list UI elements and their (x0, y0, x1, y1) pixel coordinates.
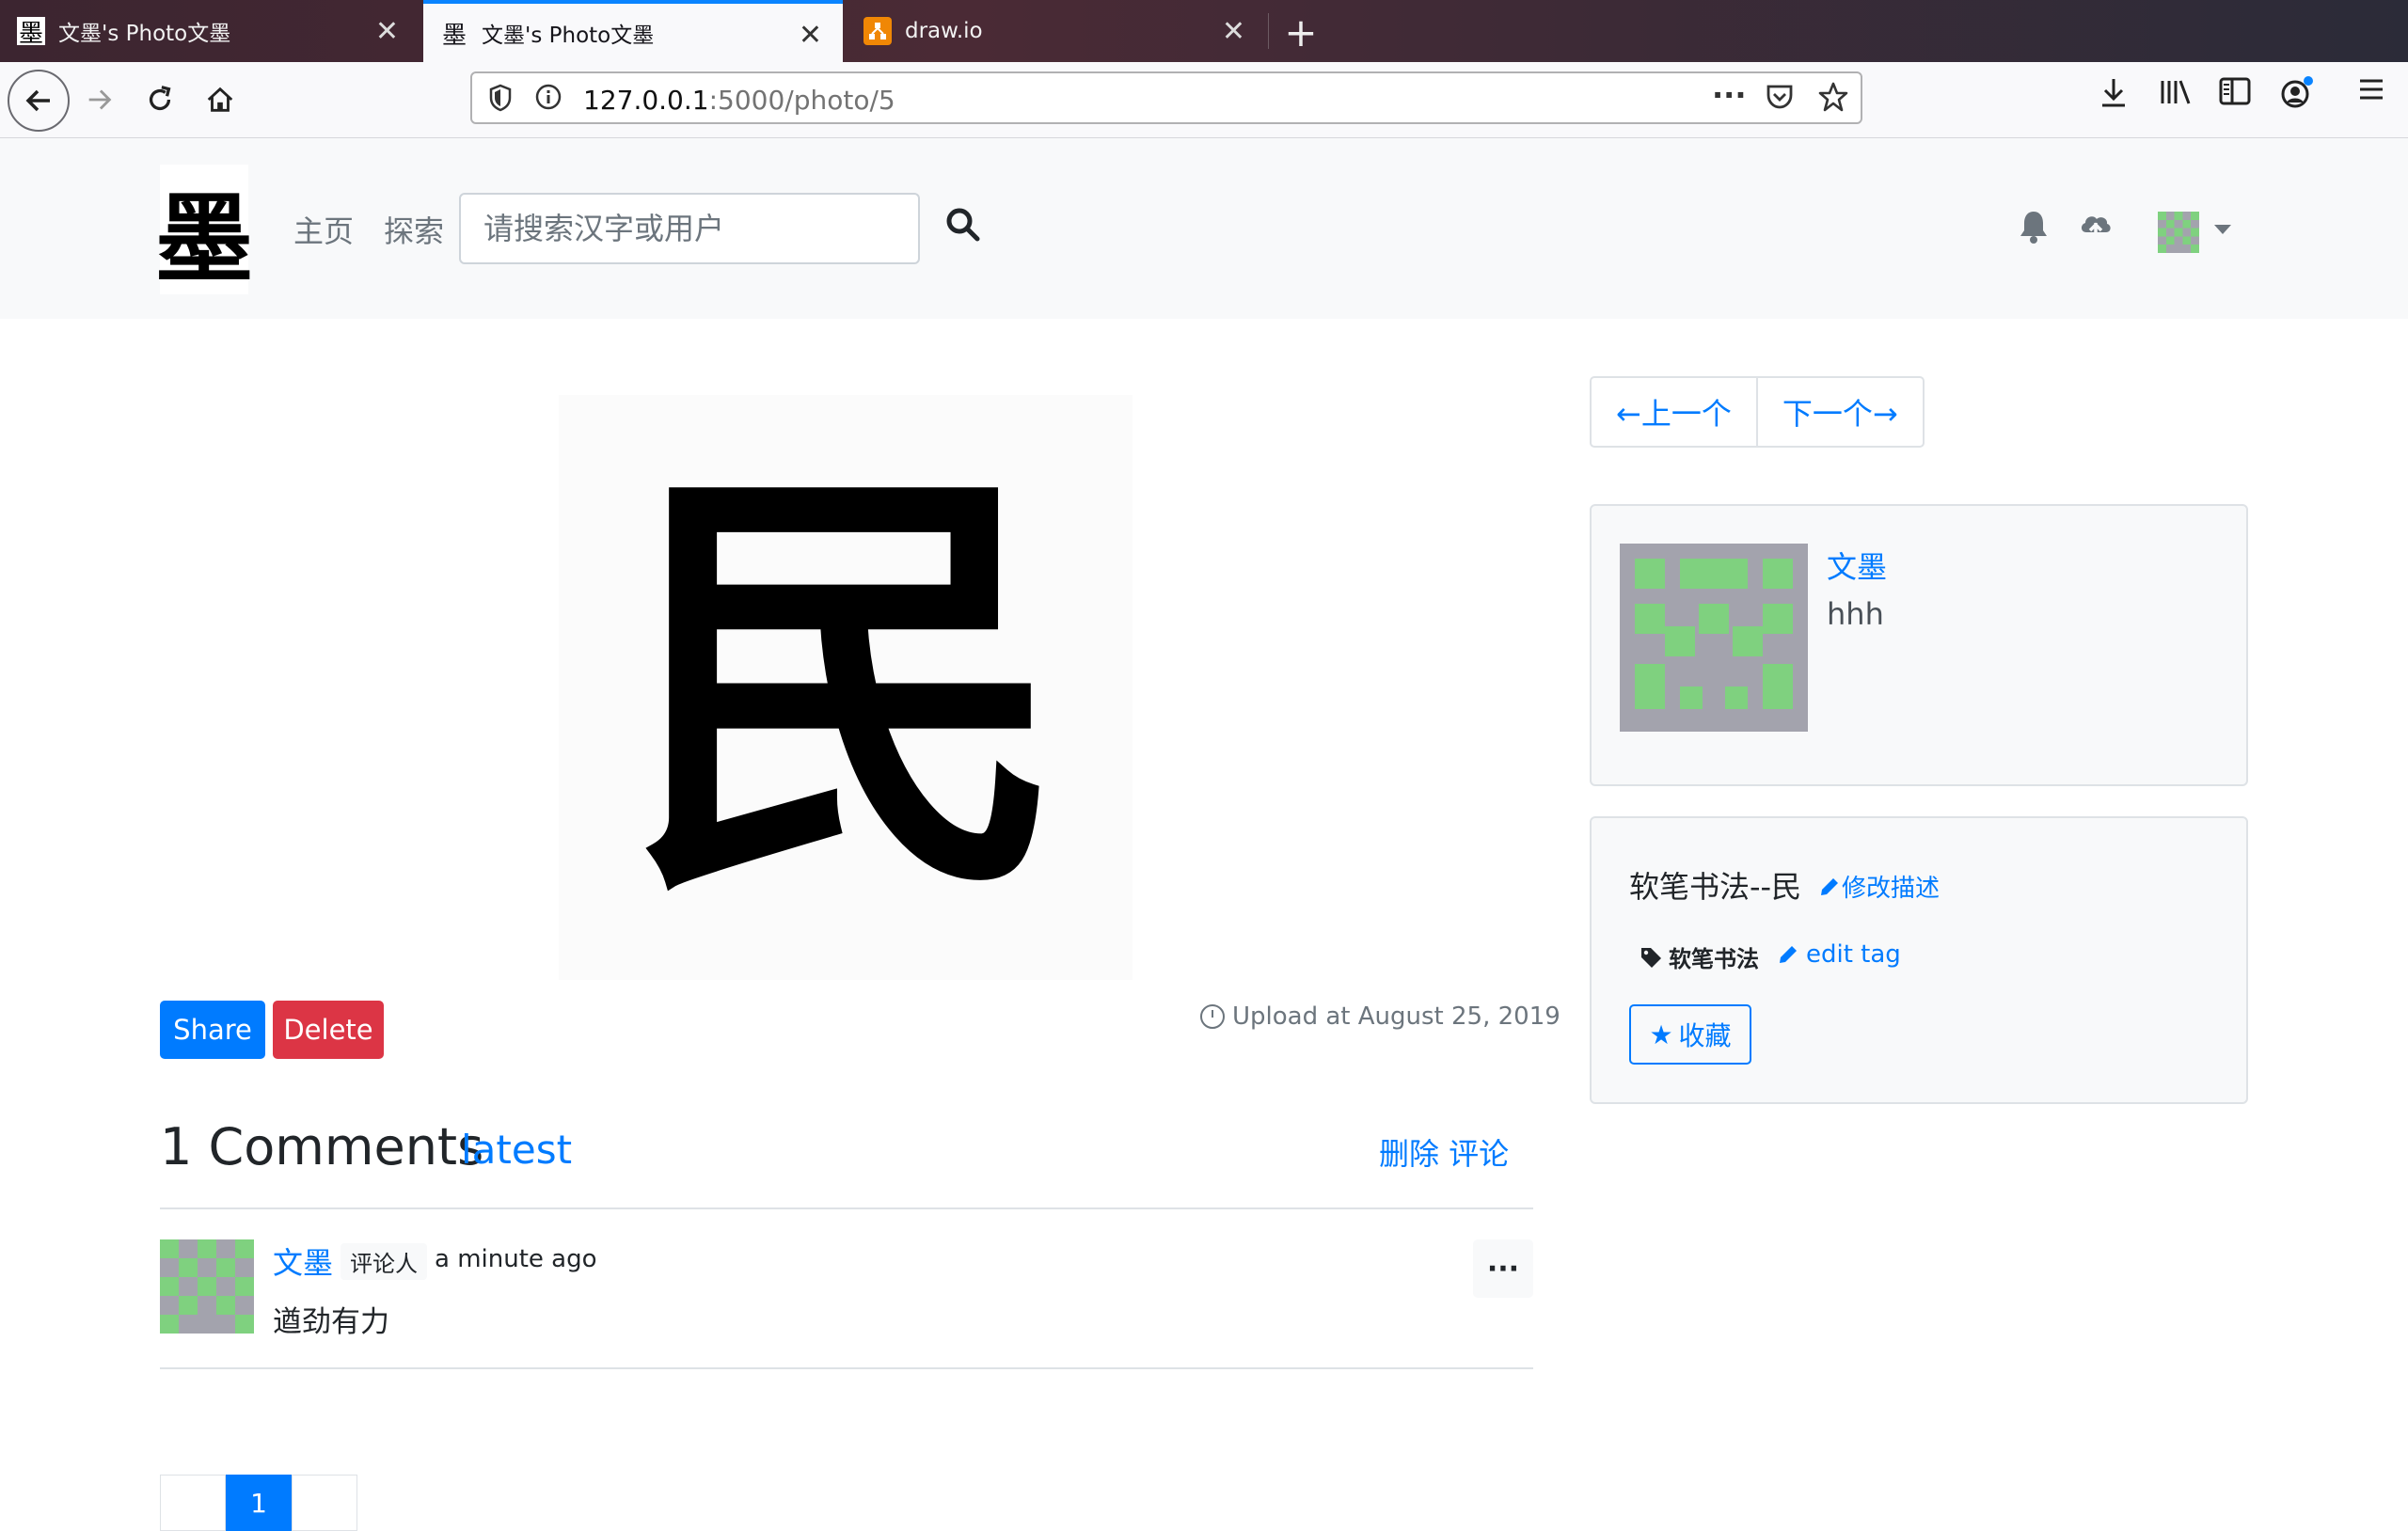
comment-avatar[interactable] (160, 1239, 254, 1334)
nav-explore-link[interactable]: 探索 (384, 208, 444, 251)
photo-description: 软笔书法--民 (1629, 869, 1802, 905)
tag-icon (1641, 947, 1661, 968)
browser-tab[interactable]: 墨 文墨's Photo文墨 ✕ (0, 0, 420, 62)
nav-home-link[interactable]: 主页 (293, 208, 354, 251)
author-name-link[interactable]: 文墨 (1827, 544, 1887, 587)
site-logo[interactable]: 墨 (155, 165, 253, 296)
photo-image: 民 (559, 395, 1133, 980)
collect-button[interactable]: ★ 收藏 (1629, 1004, 1751, 1065)
clock-icon (1200, 1004, 1225, 1029)
edit-tag-label: edit tag (1806, 940, 1901, 969)
commenter-badge: 评论人 (341, 1243, 427, 1280)
downloads-icon[interactable] (2098, 75, 2130, 117)
search-icon[interactable] (944, 206, 991, 253)
photo-info-card: 软笔书法--民 修改描述 软笔书法 edit tag ★ 收藏 (1590, 816, 2248, 1104)
comment-more-options-icon[interactable]: ··· (1473, 1239, 1533, 1298)
comment-body: 遒劲有力 (273, 1305, 389, 1339)
close-tab-icon[interactable]: ✕ (1222, 15, 1245, 48)
photo-character: 民 (625, 428, 1067, 947)
search-input[interactable] (459, 193, 920, 264)
tab-title: 文墨's Photo文墨 (482, 24, 655, 48)
tab-divider (1268, 13, 1269, 49)
edit-tag-link[interactable]: edit tag (1776, 940, 1901, 969)
info-icon[interactable] (534, 83, 562, 118)
url-host: 127.0.0.1 (583, 85, 709, 116)
photo-navigation: ←上一个 下一个→ (1590, 376, 1925, 448)
tab-title: 文墨's Photo文墨 (58, 22, 231, 46)
account-icon[interactable] (2278, 75, 2314, 118)
pencil-icon (1821, 877, 1838, 895)
chevron-down-icon[interactable] (2214, 225, 2231, 234)
new-tab-icon[interactable]: + (1279, 9, 1323, 55)
pagination-next[interactable] (292, 1475, 357, 1531)
shield-icon[interactable] (487, 83, 514, 119)
browser-toolbar: 127.0.0.1:5000/photo/5 ··· (0, 62, 2408, 138)
more-actions-icon[interactable]: ··· (1712, 77, 1746, 113)
site-favicon-icon: 墨 (17, 17, 45, 48)
notification-bell-icon[interactable] (2017, 208, 2051, 249)
comments-heading: 1 Comments (160, 1117, 484, 1176)
library-icon[interactable] (2158, 75, 2194, 117)
delete-button[interactable]: Delete (273, 1001, 384, 1059)
divider (160, 1207, 1533, 1209)
share-button[interactable]: Share (160, 1001, 265, 1059)
bookmark-star-icon[interactable] (1817, 81, 1849, 119)
edit-description-label: 修改描述 (1842, 875, 1941, 903)
author-avatar[interactable] (1620, 544, 1808, 732)
latest-sort-link[interactable]: latest (461, 1127, 572, 1173)
collect-label: 收藏 (1678, 1020, 1732, 1051)
edit-description-link[interactable]: 修改描述 (1817, 869, 1940, 904)
url-text[interactable]: 127.0.0.1:5000/photo/5 (583, 85, 895, 116)
site-navbar: 墨 主页 探索 (0, 138, 2408, 319)
delete-comments-link[interactable]: 删除 评论 (1379, 1130, 1509, 1174)
pencil-icon (1780, 946, 1797, 963)
menu-hamburger-icon[interactable] (2357, 75, 2385, 111)
next-photo-button[interactable]: 下一个→ (1755, 378, 1923, 446)
url-path: :5000/photo/5 (708, 85, 895, 116)
pagination: 1 (160, 1475, 357, 1531)
forward-arrow-icon[interactable] (73, 73, 126, 126)
home-icon[interactable] (194, 73, 246, 126)
star-icon: ★ (1649, 1018, 1673, 1050)
browser-tab[interactable]: draw.io ✕ (847, 0, 1266, 62)
pocket-icon[interactable] (1765, 83, 1795, 118)
cloud-upload-icon[interactable] (2077, 208, 2115, 249)
pagination-page[interactable]: 1 (226, 1475, 292, 1531)
comment-author-link[interactable]: 文墨 (273, 1239, 333, 1283)
upload-date: Upload at August 25, 2019 (1200, 1002, 1560, 1031)
user-avatar[interactable] (2158, 212, 2199, 253)
close-tab-icon[interactable]: ✕ (799, 19, 822, 52)
address-bar[interactable]: 127.0.0.1:5000/photo/5 ··· (470, 71, 1862, 124)
drawio-icon (863, 17, 892, 45)
divider (160, 1367, 1533, 1369)
tag-label: 软笔书法 (1669, 946, 1759, 972)
pagination-prev[interactable] (160, 1475, 226, 1531)
site-favicon-icon: 墨 (441, 21, 467, 50)
sidebar-icon[interactable] (2218, 75, 2252, 115)
browser-tab-active[interactable]: 墨 文墨's Photo文墨 ✕ (423, 0, 843, 62)
author-bio: hhh (1827, 596, 1884, 632)
photo-tag[interactable]: 软笔书法 (1639, 940, 1759, 973)
tab-title: draw.io (905, 19, 983, 43)
author-card: 文墨 hhh (1590, 504, 2248, 786)
reload-icon[interactable] (134, 73, 186, 126)
browser-tab-bar: 墨 文墨's Photo文墨 ✕ 墨 文墨's Photo文墨 ✕ draw.i… (0, 0, 2408, 62)
comment-timestamp: a minute ago (435, 1245, 597, 1273)
previous-photo-button[interactable]: ←上一个 (1592, 378, 1756, 446)
close-tab-icon[interactable]: ✕ (375, 15, 399, 48)
back-arrow-icon[interactable] (8, 70, 70, 132)
upload-date-text: Upload at August 25, 2019 (1232, 1002, 1560, 1031)
